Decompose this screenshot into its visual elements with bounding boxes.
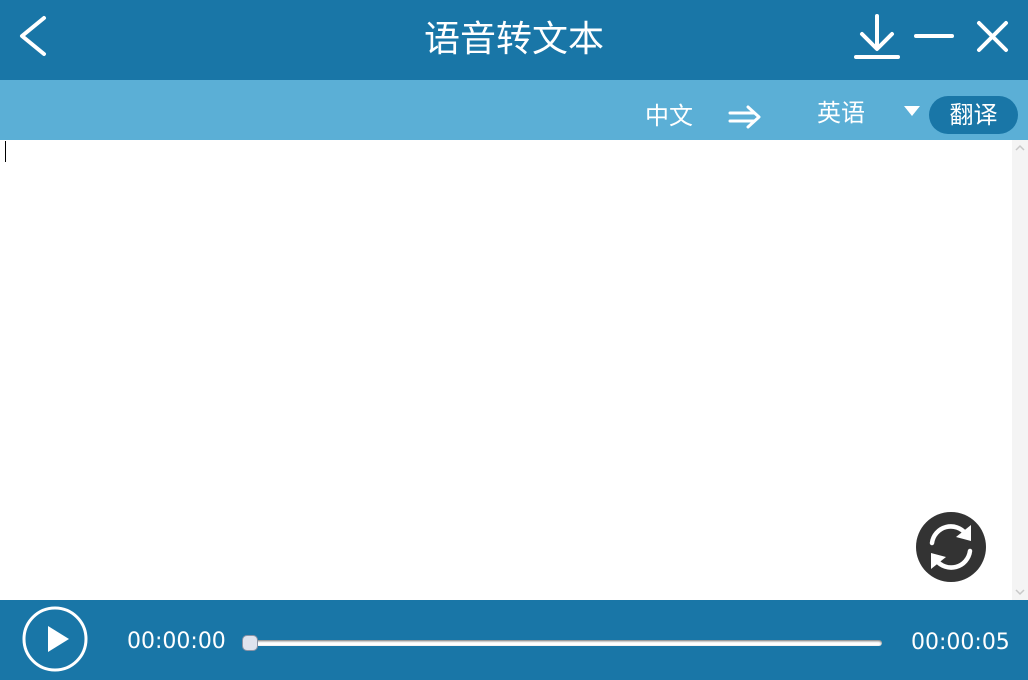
progress-track[interactable] <box>244 640 882 646</box>
chevron-down-icon <box>1015 589 1025 596</box>
download-icon <box>854 14 900 59</box>
play-icon <box>22 606 88 672</box>
vertical-scrollbar[interactable] <box>1012 140 1028 600</box>
scroll-up-button[interactable] <box>1012 140 1028 156</box>
target-language-select[interactable]: 英语 <box>817 96 865 130</box>
play-button[interactable] <box>21 605 89 673</box>
total-time: 00:00:05 <box>911 630 1010 655</box>
chevron-up-icon <box>1015 144 1025 151</box>
download-button[interactable] <box>852 12 902 62</box>
close-button[interactable] <box>970 14 1016 60</box>
minimize-button[interactable] <box>912 18 956 58</box>
current-time: 00:00:00 <box>127 629 226 654</box>
progress-thumb[interactable] <box>242 635 258 651</box>
caret-down-icon <box>904 106 920 116</box>
chevron-left-icon <box>20 16 46 56</box>
scroll-down-button[interactable] <box>1012 584 1028 600</box>
refresh-button[interactable] <box>916 512 986 582</box>
text-editor[interactable] <box>0 140 1012 600</box>
refresh-icon <box>916 512 986 582</box>
minimize-icon <box>914 34 954 38</box>
translate-button[interactable]: 翻译 <box>929 96 1018 134</box>
source-language-label: 中文 <box>645 102 693 130</box>
target-language-dropdown[interactable] <box>900 102 924 120</box>
text-caret <box>5 141 6 162</box>
close-icon <box>977 21 1008 52</box>
back-button[interactable] <box>14 12 58 62</box>
language-bar <box>0 80 1028 140</box>
arrow-right-icon <box>728 104 762 130</box>
